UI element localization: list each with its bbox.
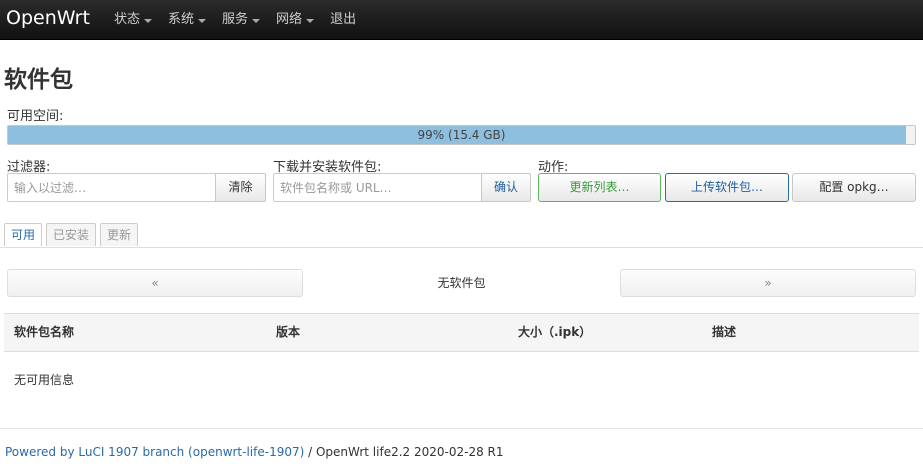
column-header-description: 描述: [712, 325, 737, 339]
column-header-version: 版本: [276, 325, 301, 339]
configure-opkg-button[interactable]: 配置 opkg…: [792, 173, 916, 202]
tab-divider: [0, 247, 923, 248]
pager-next-button[interactable]: »: [620, 269, 916, 297]
caret-down-icon: [306, 18, 315, 23]
package-name-input[interactable]: [273, 173, 482, 202]
column-header-size: 大小（.ipk）: [518, 325, 592, 339]
brand-logo[interactable]: OpenWrt: [6, 7, 90, 29]
page-title: 软件包: [4, 67, 73, 93]
footer: Powered by LuCI 1907 branch (openwrt-lif…: [5, 445, 504, 459]
confirm-install-button[interactable]: 确认: [481, 173, 531, 202]
nav-item-services[interactable]: 服务: [222, 0, 261, 39]
tab-available[interactable]: 可用: [4, 223, 43, 246]
package-table-header: 软件包名称 版本 大小（.ipk） 描述: [4, 313, 919, 352]
nav-item-network[interactable]: 网络: [276, 0, 315, 39]
luci-link[interactable]: Powered by LuCI 1907 branch (openwrt-lif…: [5, 445, 304, 459]
caret-down-icon: [252, 18, 261, 23]
filter-input[interactable]: [7, 173, 216, 202]
nav-item-system[interactable]: 系统: [168, 0, 207, 39]
free-space-label: 可用空间:: [7, 109, 64, 124]
pager-status: 无软件包: [437, 276, 486, 290]
tab-installed[interactable]: 已安装: [46, 223, 97, 246]
free-space-progress-bar: 99% (15.4 GB): [7, 125, 916, 145]
nav-item-logout[interactable]: 退出: [330, 0, 356, 39]
update-lists-button[interactable]: 更新列表…: [538, 173, 661, 202]
footer-divider: [0, 428, 923, 429]
progress-text: 99% (15.4 GB): [417, 128, 506, 142]
nav-item-label: 退出: [330, 12, 357, 27]
nav-item-label: 系统: [168, 12, 195, 27]
nav-item-status[interactable]: 状态: [114, 0, 153, 39]
caret-down-icon: [144, 18, 153, 23]
clear-filter-button[interactable]: 清除: [215, 173, 266, 202]
nav-item-label: 服务: [222, 12, 249, 27]
caret-down-icon: [198, 18, 207, 23]
package-tabs: 可用 已安装 更新: [4, 223, 142, 246]
pager-prev-button[interactable]: «: [7, 269, 303, 297]
nav-item-label: 网络: [276, 12, 303, 27]
column-header-package-name: 软件包名称: [14, 325, 75, 339]
top-navbar: OpenWrt 状态 系统 服务 网络 退出: [0, 0, 923, 40]
tab-updates[interactable]: 更新: [100, 223, 139, 246]
nav-menu: 状态 系统 服务 网络 退出: [114, 0, 372, 39]
upload-package-button[interactable]: 上传软件包…: [665, 173, 789, 202]
nav-item-label: 状态: [114, 12, 141, 27]
version-text: / OpenWrt life2.2 2020-02-28 R1: [304, 445, 504, 459]
empty-table-message: 无可用信息: [14, 373, 75, 387]
